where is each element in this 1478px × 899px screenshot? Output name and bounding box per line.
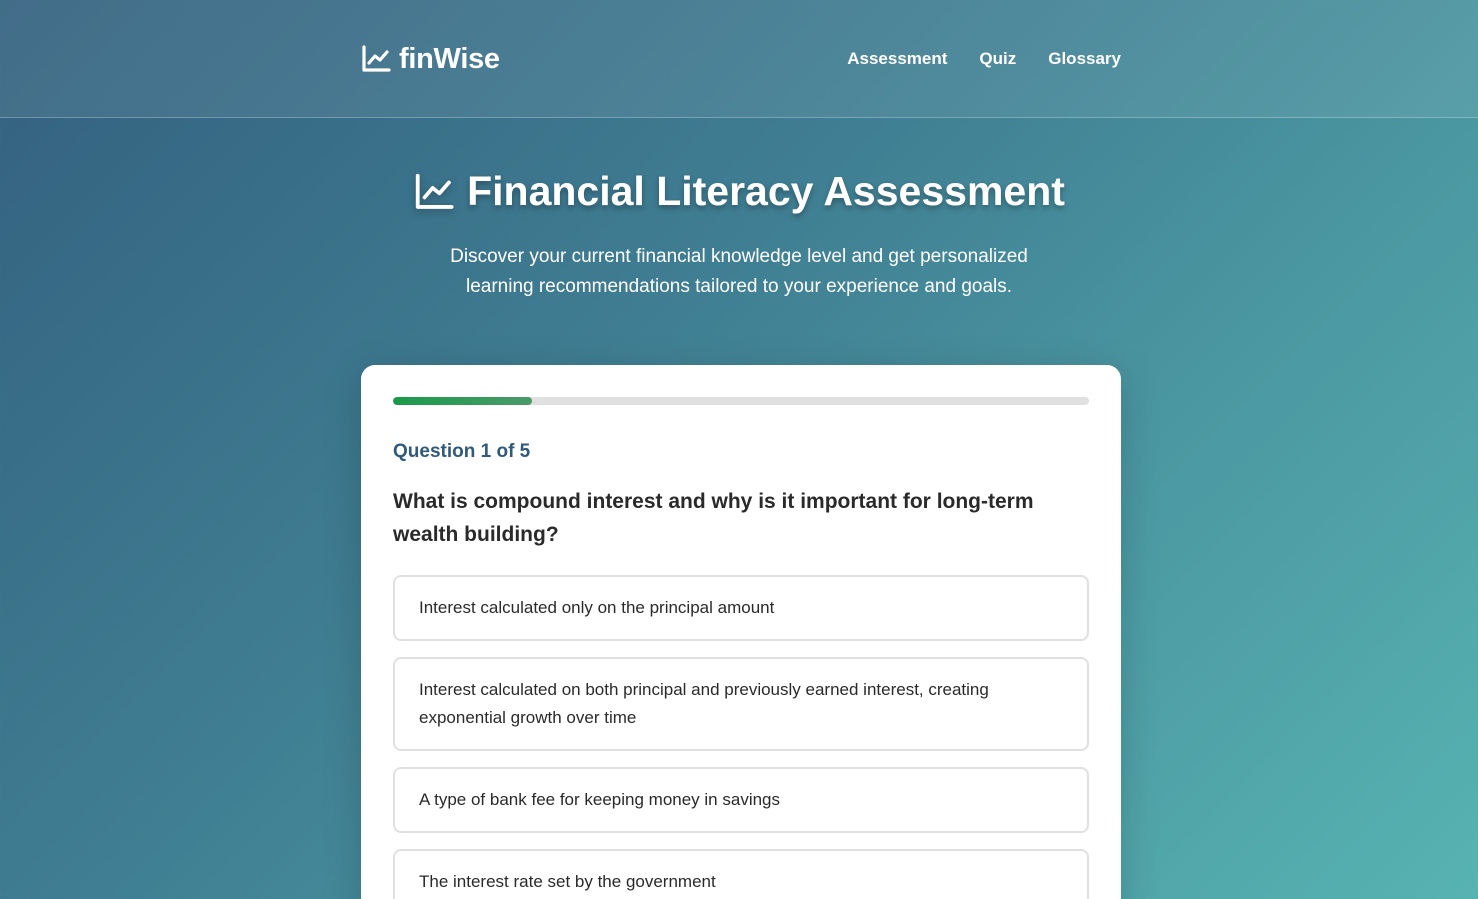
quiz-card: Question 1 of 5 What is compound interes…	[361, 365, 1121, 899]
answer-option-4[interactable]: The interest rate set by the government	[393, 849, 1089, 899]
answer-option-1[interactable]: Interest calculated only on the principa…	[393, 575, 1089, 641]
top-nav-inner: finWise Assessment Quiz Glossary	[361, 0, 1121, 118]
hero-section: Financial Literacy Assessment Discover y…	[0, 168, 1478, 302]
question-counter: Question 1 of 5	[393, 441, 531, 462]
progress-bar-fill	[393, 397, 533, 405]
nav-link-quiz[interactable]: Quiz	[979, 49, 1016, 69]
page-title: Financial Literacy Assessment	[413, 168, 1065, 215]
answer-option-2[interactable]: Interest calculated on both principal an…	[393, 657, 1089, 751]
brand-name: finWise	[399, 42, 500, 75]
top-nav-bar: finWise Assessment Quiz Glossary	[0, 0, 1478, 118]
progress-bar	[393, 397, 1089, 405]
nav-link-glossary[interactable]: Glossary	[1048, 49, 1121, 69]
main-nav: Assessment Quiz Glossary	[847, 49, 1121, 69]
chart-line-icon	[362, 45, 391, 72]
answer-option-3[interactable]: A type of bank fee for keeping money in …	[393, 767, 1089, 833]
page-title-text: Financial Literacy Assessment	[467, 168, 1065, 214]
page-subtitle: Discover your current financial knowledg…	[450, 245, 1028, 297]
chart-line-icon	[415, 173, 454, 209]
nav-link-assessment[interactable]: Assessment	[847, 49, 947, 69]
question-text: What is compound interest and why is it …	[393, 490, 1034, 546]
answer-options: Interest calculated only on the principa…	[393, 575, 1089, 899]
brand-logo-link[interactable]: finWise	[361, 43, 500, 76]
